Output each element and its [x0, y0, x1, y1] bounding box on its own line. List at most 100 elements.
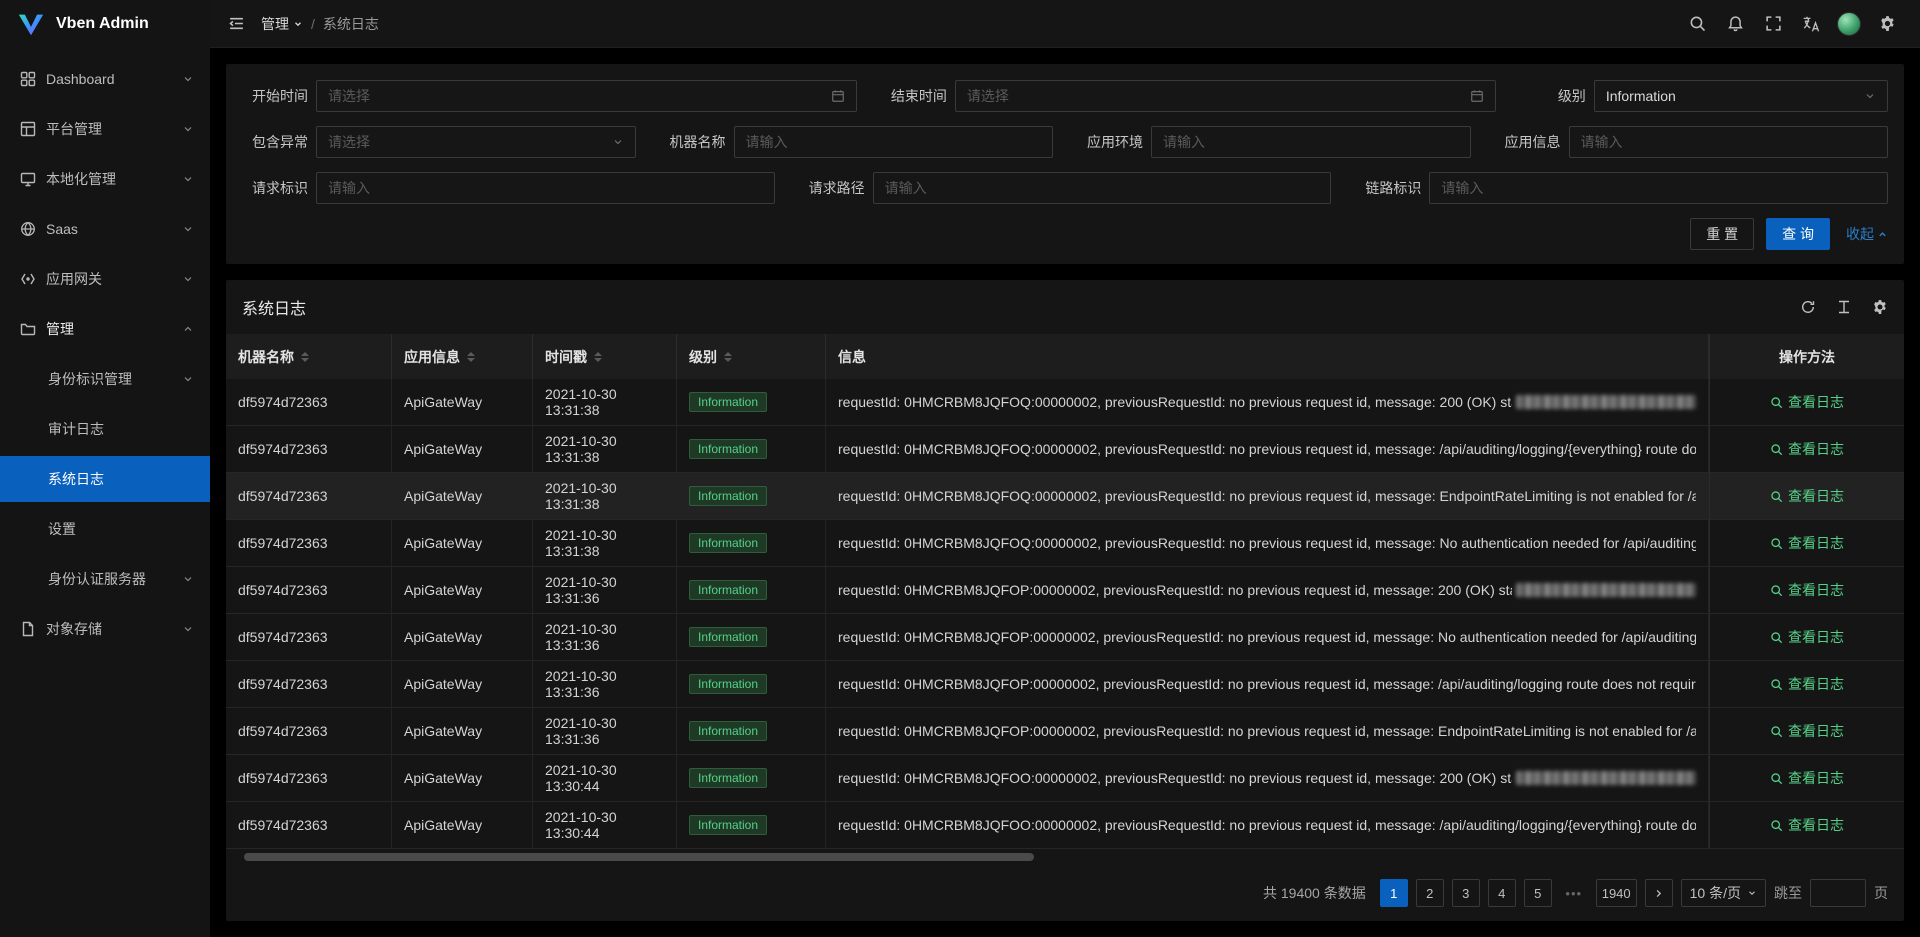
column-header-machine-name[interactable]: 机器名称 [226, 334, 392, 379]
page-button[interactable]: 1 [1380, 879, 1408, 907]
sidebar-item-settings[interactable]: 设置 [0, 506, 210, 552]
sidebar-item-label: 对象存储 [46, 619, 102, 639]
app-logo[interactable]: Vben Admin [0, 0, 210, 48]
table-row[interactable]: df5974d72363 ApiGateWay 2021-10-30 13:31… [226, 520, 1904, 567]
end-time-label: 结束时间 [881, 86, 947, 106]
sidebar-item-identity-management[interactable]: 身份标识管理 [0, 356, 210, 402]
level-select[interactable]: Information [1594, 80, 1888, 112]
refresh-icon[interactable] [1800, 299, 1816, 315]
column-settings-gear-icon[interactable] [1872, 299, 1888, 315]
app-env-box[interactable] [1151, 126, 1471, 158]
request-id-input[interactable] [328, 180, 763, 196]
message-text: requestId: 0HMCRBM8JQFOQ:00000002, previ… [838, 488, 1696, 504]
request-path-box[interactable] [873, 172, 1332, 204]
trace-id-box[interactable] [1429, 172, 1888, 204]
jump-page-input[interactable] [1810, 879, 1866, 907]
end-time-input[interactable] [967, 88, 1462, 104]
request-path-input[interactable] [885, 180, 1320, 196]
view-log-link[interactable]: 查看日志 [1770, 486, 1844, 506]
sidebar-item-audit-log[interactable]: 审计日志 [0, 406, 210, 452]
trace-id-label: 链路标识 [1355, 178, 1421, 198]
table-row[interactable]: df5974d72363 ApiGateWay 2021-10-30 13:31… [226, 426, 1904, 473]
sidebar-item-object-storage[interactable]: 对象存储 [0, 606, 210, 652]
search-icon [1770, 631, 1783, 644]
cell-timestamp: 2021-10-30 13:30:44 [533, 755, 677, 801]
sidebar-item-localization-management[interactable]: 本地化管理 [0, 156, 210, 202]
app-info-box[interactable] [1569, 126, 1889, 158]
sidebar-item-system-log[interactable]: 系统日志 [0, 456, 210, 502]
table-row[interactable]: df5974d72363 ApiGateWay 2021-10-30 13:31… [226, 379, 1904, 426]
table-title: 系统日志 [242, 295, 306, 319]
breadcrumb-current: 系统日志 [323, 14, 379, 34]
start-time-picker[interactable] [316, 80, 857, 112]
settings-gear-icon[interactable] [1868, 0, 1906, 48]
app-info-input[interactable] [1581, 134, 1877, 150]
has-exception-select[interactable]: 请选择 [316, 126, 636, 158]
view-log-link[interactable]: 查看日志 [1770, 674, 1844, 694]
sidebar-item-platform-management[interactable]: 平台管理 [0, 106, 210, 152]
page-button[interactable]: 2 [1416, 879, 1444, 907]
machine-name-box[interactable] [734, 126, 1054, 158]
collapse-label: 收起 [1846, 224, 1874, 244]
app-env-input[interactable] [1163, 134, 1459, 150]
table-row[interactable]: df5974d72363 ApiGateWay 2021-10-30 13:30… [226, 755, 1904, 802]
horizontal-scrollbar-thumb[interactable] [244, 853, 1034, 861]
cell-machine-name: df5974d72363 [226, 802, 392, 848]
menu-fold-icon[interactable] [224, 11, 249, 36]
user-avatar[interactable] [1830, 0, 1868, 48]
column-header-timestamp[interactable]: 时间戳 [533, 334, 677, 379]
page-button[interactable]: 1940 [1596, 879, 1637, 907]
view-log-link[interactable]: 查看日志 [1770, 580, 1844, 600]
table-row[interactable]: df5974d72363 ApiGateWay 2021-10-30 13:31… [226, 661, 1904, 708]
table-row[interactable]: df5974d72363 ApiGateWay 2021-10-30 13:31… [226, 567, 1904, 614]
page-button[interactable]: 5 [1524, 879, 1552, 907]
sidebar-item-management[interactable]: 管理 [0, 306, 210, 352]
view-log-link[interactable]: 查看日志 [1770, 768, 1844, 788]
filter-field-has-exception: 包含异常 请选择 [242, 126, 636, 158]
breadcrumb-parent[interactable]: 管理 [261, 14, 303, 34]
sidebar-item-label: 管理 [46, 319, 74, 339]
table-row[interactable]: df5974d72363 ApiGateWay 2021-10-30 13:31… [226, 473, 1904, 520]
next-page-button[interactable] [1645, 879, 1673, 907]
collapse-link[interactable]: 收起 [1846, 224, 1888, 244]
column-header-level[interactable]: 级别 [677, 334, 826, 379]
row-height-icon[interactable] [1836, 299, 1852, 315]
table-row[interactable]: df5974d72363 ApiGateWay 2021-10-30 13:30… [226, 802, 1904, 849]
notification-bell-icon[interactable] [1716, 0, 1754, 48]
view-log-link[interactable]: 查看日志 [1770, 439, 1844, 459]
translate-icon[interactable] [1792, 0, 1830, 48]
page-button[interactable]: ••• [1560, 879, 1588, 907]
start-time-input[interactable] [328, 88, 823, 104]
column-header-message: 信息 [826, 334, 1709, 379]
cell-timestamp: 2021-10-30 13:31:36 [533, 661, 677, 707]
view-log-link[interactable]: 查看日志 [1770, 392, 1844, 412]
table-row[interactable]: df5974d72363 ApiGateWay 2021-10-30 13:31… [226, 708, 1904, 755]
sidebar-item-saas[interactable]: Saas [0, 206, 210, 252]
sidebar-item-dashboard[interactable]: Dashboard [0, 56, 210, 102]
cell-app-info: ApiGateWay [392, 802, 533, 848]
table-row[interactable]: df5974d72363 ApiGateWay 2021-10-30 13:31… [226, 614, 1904, 661]
sidebar-item-auth-server[interactable]: 身份认证服务器 [0, 556, 210, 602]
cell-timestamp: 2021-10-30 13:31:38 [533, 473, 677, 519]
view-log-link[interactable]: 查看日志 [1770, 815, 1844, 835]
breadcrumb-separator: / [311, 16, 315, 32]
request-id-box[interactable] [316, 172, 775, 204]
page-button[interactable]: 3 [1452, 879, 1480, 907]
end-time-picker[interactable] [955, 80, 1496, 112]
query-button[interactable]: 查 询 [1766, 218, 1830, 250]
view-log-link[interactable]: 查看日志 [1770, 533, 1844, 553]
cell-level: Information [677, 614, 826, 660]
reset-button[interactable]: 重 置 [1690, 218, 1754, 250]
trace-id-input[interactable] [1441, 180, 1876, 196]
fullscreen-icon[interactable] [1754, 0, 1792, 48]
cell-app-info: ApiGateWay [392, 661, 533, 707]
view-log-label: 查看日志 [1788, 627, 1844, 647]
view-log-link[interactable]: 查看日志 [1770, 721, 1844, 741]
page-button[interactable]: 4 [1488, 879, 1516, 907]
page-size-select[interactable]: 10 条/页 [1681, 879, 1766, 907]
view-log-link[interactable]: 查看日志 [1770, 627, 1844, 647]
search-icon[interactable] [1678, 0, 1716, 48]
sidebar-item-app-gateway[interactable]: 应用网关 [0, 256, 210, 302]
machine-name-input[interactable] [746, 134, 1042, 150]
column-header-app-info[interactable]: 应用信息 [392, 334, 533, 379]
